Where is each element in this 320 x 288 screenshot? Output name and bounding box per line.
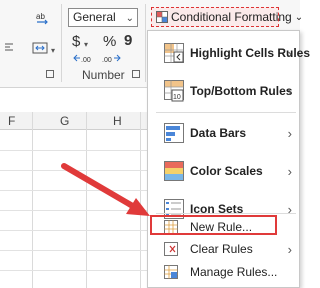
annotation-arrow [61,163,150,216]
